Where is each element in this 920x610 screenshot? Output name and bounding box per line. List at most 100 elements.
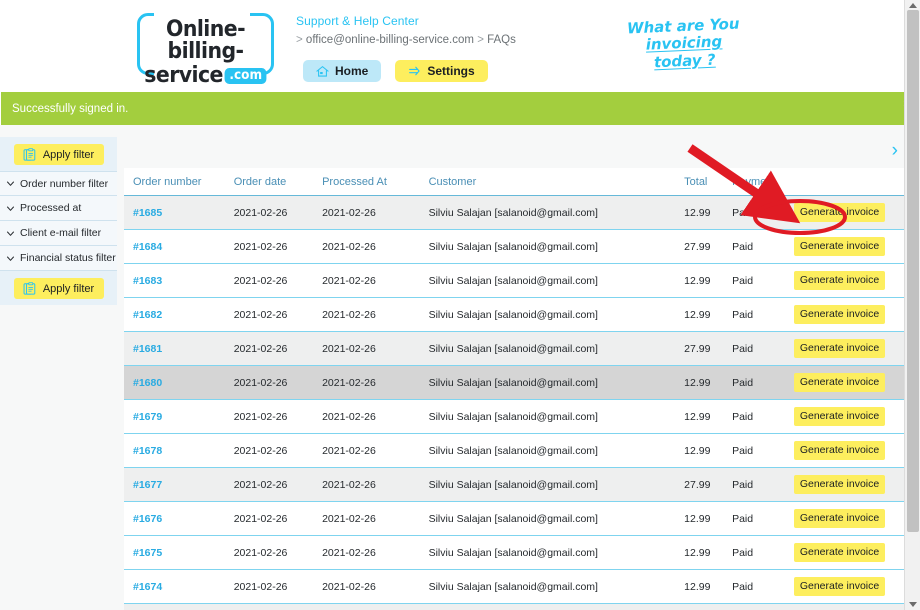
order-number-cell[interactable]: #1676 <box>124 501 234 536</box>
order-number-cell-text[interactable]: #1682 <box>133 309 162 321</box>
processed-at-cell: 2021-02-26 <box>322 501 429 536</box>
order-number-cell[interactable]: #1684 <box>124 229 234 264</box>
generate-invoice-cell[interactable]: Generate invoice <box>793 263 911 298</box>
generate-invoice-cell-text[interactable]: Generate invoice <box>793 237 886 256</box>
filter-section-financial-status[interactable]: Financial status filter <box>0 246 117 271</box>
order-number-cell[interactable]: #1675 <box>124 535 234 570</box>
table-row[interactable]: #1685 2021-02-26 2021-02-26 Silviu Salajan … <box>124 195 911 230</box>
generate-invoice-cell[interactable]: Generate invoice <box>793 433 911 468</box>
order-number-cell-text[interactable]: #1676 <box>133 513 162 525</box>
generate-invoice-cell[interactable]: Generate invoice <box>793 365 911 400</box>
order-number-cell-text[interactable]: #1683 <box>133 275 162 287</box>
table-row[interactable]: #1681 2021-02-26 2021-02-26 Silviu Salajan … <box>124 331 911 366</box>
logo-text: Online-billing- service .com <box>137 19 274 87</box>
total-cell: 12.99 <box>684 365 733 400</box>
generate-invoice-cell[interactable]: Generate invoice <box>793 399 911 434</box>
order-number-cell[interactable]: #1674 <box>124 569 234 604</box>
settings-button[interactable]: Settings <box>395 60 488 82</box>
table-row[interactable]: #1678 2021-02-26 2021-02-26 Silviu Salajan … <box>124 433 911 468</box>
support-help-center-link[interactable]: Support & Help Center <box>296 14 516 28</box>
filter-section-client-email[interactable]: Client e-mail filter <box>0 221 117 246</box>
table-row[interactable]: #1683 2021-02-26 2021-02-26 Silviu Salajan … <box>124 263 911 298</box>
generate-invoice-cell[interactable]: Generate invoice <box>793 535 911 570</box>
column-header-processed-at[interactable]: Processed At <box>322 168 429 196</box>
generate-invoice-cell[interactable]: Generate invoice <box>793 603 911 610</box>
generate-invoice-cell-text[interactable]: Generate invoice <box>793 203 886 222</box>
order-number-cell[interactable]: #1678 <box>124 433 234 468</box>
column-header-customer[interactable]: Customer <box>428 168 685 196</box>
next-page-chevron-icon[interactable]: › <box>892 141 898 160</box>
generate-invoice-cell[interactable]: Generate invoice <box>793 569 911 604</box>
customer-cell: Silviu Salajan [salanoid@gmail.com] <box>428 569 685 604</box>
table-row[interactable]: #1682 2021-02-26 2021-02-26 Silviu Salajan … <box>124 297 911 332</box>
chevron-down-icon <box>6 181 15 186</box>
apply-filter-button-bottom[interactable]: Apply filter <box>13 278 104 299</box>
generate-invoice-cell-text[interactable]: Generate invoice <box>793 305 886 324</box>
generate-invoice-cell-text[interactable]: Generate invoice <box>793 509 886 528</box>
customer-cell: Silviu Salajan [salanoid@gmail.com] <box>428 433 685 468</box>
vertical-scrollbar[interactable] <box>904 0 920 610</box>
order-number-cell[interactable]: #1681 <box>124 331 234 366</box>
generate-invoice-cell[interactable]: Generate invoice <box>793 467 911 502</box>
generate-invoice-cell-text[interactable]: Generate invoice <box>793 373 886 392</box>
filter-section-order-number[interactable]: Order number filter <box>0 171 117 196</box>
generate-invoice-cell[interactable]: Generate invoice <box>793 331 911 366</box>
table-row[interactable]: #1679 2021-02-26 2021-02-26 Silviu Salajan … <box>124 399 911 434</box>
order-number-cell[interactable]: #1679 <box>124 399 234 434</box>
payment-status-cell: Paid <box>732 331 794 366</box>
generate-invoice-cell-text[interactable]: Generate invoice <box>793 441 886 460</box>
order-number-cell-text[interactable]: #1677 <box>133 479 162 491</box>
order-number-cell[interactable]: #1683 <box>124 263 234 298</box>
order-number-cell-text[interactable]: #1674 <box>133 581 162 593</box>
scroll-up-arrow-icon[interactable] <box>909 3 917 8</box>
generate-invoice-cell[interactable]: Generate invoice <box>793 297 911 332</box>
customer-cell: Silviu Salajan [salanoid@gmail.com] <box>428 297 685 332</box>
table-row[interactable]: #1680 2021-02-26 2021-02-26 Silviu Salajan … <box>124 365 911 400</box>
generate-invoice-cell[interactable]: Generate invoice <box>793 229 911 264</box>
order-number-cell[interactable]: #1673 <box>124 603 234 610</box>
table-row[interactable]: #1674 2021-02-26 2021-02-26 Silviu Salajan … <box>124 569 911 604</box>
generate-invoice-cell[interactable]: Generate invoice <box>793 195 911 230</box>
generate-invoice-cell-text[interactable]: Generate invoice <box>793 271 886 290</box>
order-number-cell[interactable]: #1680 <box>124 365 234 400</box>
order-number-cell-text[interactable]: #1685 <box>133 207 162 219</box>
customer-cell: Silviu Salajan [salanoid@gmail.com] <box>428 331 685 366</box>
scrollbar-thumb[interactable] <box>907 10 919 532</box>
column-header-order-date[interactable]: Order date <box>233 168 323 196</box>
order-number-cell-text[interactable]: #1678 <box>133 445 162 457</box>
order-date-cell: 2021-02-26 <box>233 263 323 298</box>
payment-status-cell: Paid <box>732 297 794 332</box>
filter-section-processed-at[interactable]: Processed at <box>0 196 117 221</box>
order-number-cell-text[interactable]: #1680 <box>133 377 162 389</box>
table-row[interactable]: #1684 2021-02-26 2021-02-26 Silviu Salajan … <box>124 229 911 264</box>
order-number-cell-text[interactable]: #1684 <box>133 241 162 253</box>
generate-invoice-cell-text[interactable]: Generate invoice <box>793 339 886 358</box>
breadcrumb-faqs-link[interactable]: FAQs <box>487 34 516 46</box>
column-header-total[interactable]: Total <box>684 168 733 196</box>
order-number-cell[interactable]: #1685 <box>124 195 234 230</box>
apply-filter-button-top[interactable]: Apply filter <box>13 144 104 165</box>
scroll-down-arrow-icon[interactable] <box>909 602 917 607</box>
site-logo[interactable]: Online-billing- service .com <box>137 11 274 87</box>
generate-invoice-cell-text[interactable]: Generate invoice <box>793 475 886 494</box>
breadcrumb-separator: > <box>477 34 484 46</box>
processed-at-cell: 2021-02-26 <box>322 263 429 298</box>
column-header-payment[interactable]: Payment <box>732 168 794 196</box>
column-header-order-number[interactable]: Order number <box>124 168 234 196</box>
generate-invoice-cell-text[interactable]: Generate invoice <box>793 543 886 562</box>
table-row[interactable]: #1675 2021-02-26 2021-02-26 Silviu Salajan … <box>124 535 911 570</box>
generate-invoice-cell-text[interactable]: Generate invoice <box>793 407 886 426</box>
breadcrumb-email-link[interactable]: office@online-billing-service.com <box>306 34 474 46</box>
order-number-cell-text[interactable]: #1681 <box>133 343 162 355</box>
order-number-cell-text[interactable]: #1679 <box>133 411 162 423</box>
table-row[interactable]: #1676 2021-02-26 2021-02-26 Silviu Salajan … <box>124 501 911 536</box>
order-number-cell[interactable]: #1682 <box>124 297 234 332</box>
table-row[interactable]: #16732021-02-262021-02-26Silviu Salajan … <box>124 603 911 610</box>
payment-status-cell: Paid <box>732 399 794 434</box>
generate-invoice-cell[interactable]: Generate invoice <box>793 501 911 536</box>
home-button[interactable]: Home <box>303 60 382 82</box>
order-number-cell-text[interactable]: #1675 <box>133 547 162 559</box>
order-number-cell[interactable]: #1677 <box>124 467 234 502</box>
table-row[interactable]: #1677 2021-02-26 2021-02-26 Silviu Salajan … <box>124 467 911 502</box>
generate-invoice-cell-text[interactable]: Generate invoice <box>793 577 886 596</box>
